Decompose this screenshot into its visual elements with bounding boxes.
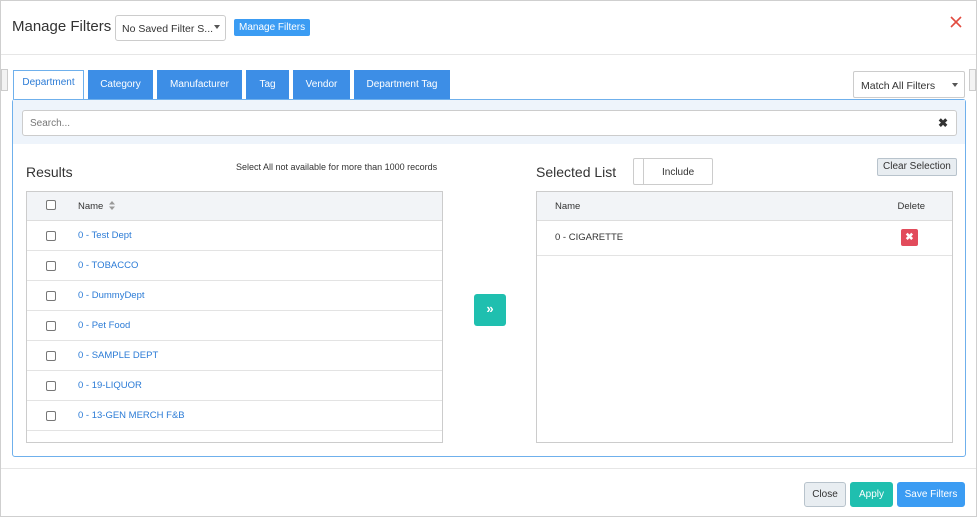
tab-category[interactable]: Category <box>88 70 153 100</box>
table-row[interactable]: 0 - SAMPLE DEPT <box>27 341 442 371</box>
caret-down-icon <box>214 25 220 29</box>
selected-row-name: 0 - CIGARETTE <box>555 232 624 243</box>
close-icon[interactable] <box>948 14 964 30</box>
table-row[interactable]: 0 - 13-GEN MERCH F&B <box>27 401 442 431</box>
row-checkbox[interactable] <box>46 261 56 271</box>
apply-button[interactable]: Apply <box>850 482 893 507</box>
include-toggle[interactable]: Include <box>633 158 713 185</box>
row-name-link[interactable]: 0 - SAMPLE DEPT <box>78 350 158 361</box>
results-header-row: Name <box>27 192 442 221</box>
modal-title: Manage Filters <box>12 18 112 35</box>
selected-delete-header: Delete <box>897 201 925 212</box>
scroll-left-handle[interactable] <box>1 69 8 91</box>
search-bar: Search... ✖ <box>13 100 965 144</box>
modal-header: Manage Filters No Saved Filter S... Mana… <box>1 1 976 55</box>
clear-search-icon[interactable]: ✖ <box>938 117 948 129</box>
table-row[interactable]: 0 - TOBACCO <box>27 251 442 281</box>
name-column-header[interactable]: Name <box>78 201 115 212</box>
row-name-link[interactable]: 0 - TOBACCO <box>78 260 138 271</box>
filter-panel: Search... ✖ Results Select All not avail… <box>12 99 966 457</box>
table-row[interactable]: 0 - Test Dept <box>27 221 442 251</box>
tab-department[interactable]: Department <box>13 70 84 100</box>
saved-filter-select[interactable]: No Saved Filter S... <box>115 15 226 41</box>
sort-icon <box>108 201 115 210</box>
footer-divider <box>1 468 976 469</box>
results-title: Results <box>26 164 73 180</box>
scroll-right-handle[interactable] <box>969 69 976 91</box>
include-label: Include <box>662 167 695 178</box>
selected-list-title: Selected List <box>536 164 617 180</box>
row-name-link[interactable]: 0 - 13-GEN MERCH F&B <box>78 410 185 421</box>
name-column-label: Name <box>78 201 104 212</box>
row-checkbox[interactable] <box>46 231 56 241</box>
selected-table: Name Delete 0 - CIGARETTE ✖ <box>536 191 953 443</box>
select-all-note: Select All not available for more than 1… <box>236 162 438 172</box>
tab-vendor[interactable]: Vendor <box>293 70 350 100</box>
table-row[interactable]: 0 - DummyDept <box>27 281 442 311</box>
match-filters-value: Match All Filters <box>861 80 936 92</box>
search-placeholder: Search... <box>30 118 71 129</box>
tab-department-tag[interactable]: Department Tag <box>354 70 450 100</box>
row-name-link[interactable]: 0 - 19-LIQUOR <box>78 380 142 391</box>
manage-filters-button[interactable]: Manage Filters <box>234 19 311 36</box>
save-filters-button[interactable]: Save Filters <box>897 482 965 507</box>
toggle-divider <box>643 159 644 184</box>
tab-tag[interactable]: Tag <box>246 70 289 100</box>
selected-header-row: Name Delete <box>537 192 952 221</box>
row-checkbox[interactable] <box>46 321 56 331</box>
table-row[interactable]: 0 - Pet Food <box>27 311 442 341</box>
saved-filter-value: No Saved Filter S... <box>122 23 214 35</box>
close-button[interactable]: Close <box>804 482 846 507</box>
row-checkbox[interactable] <box>46 411 56 421</box>
delete-icon[interactable]: ✖ <box>901 229 918 246</box>
add-selected-button[interactable]: » <box>474 294 506 326</box>
select-all-checkbox[interactable] <box>46 200 56 210</box>
row-name-link[interactable]: 0 - Pet Food <box>78 320 130 331</box>
row-checkbox[interactable] <box>46 291 56 301</box>
selected-row: 0 - CIGARETTE ✖ <box>537 221 952 256</box>
row-checkbox[interactable] <box>46 351 56 361</box>
row-name-link[interactable]: 0 - DummyDept <box>78 290 145 301</box>
tab-manufacturer[interactable]: Manufacturer <box>157 70 242 100</box>
match-filters-select[interactable]: Match All Filters <box>853 71 965 98</box>
double-chevron-right-icon: » <box>486 301 494 316</box>
search-input[interactable]: Search... ✖ <box>22 110 957 136</box>
table-row[interactable]: 0 - 19-LIQUOR <box>27 371 442 401</box>
manage-filters-modal: Manage Filters No Saved Filter S... Mana… <box>0 0 977 517</box>
row-name-link[interactable]: 0 - Test Dept <box>78 230 132 241</box>
caret-down-icon <box>952 83 958 87</box>
row-checkbox[interactable] <box>46 381 56 391</box>
clear-selection-button[interactable]: Clear Selection <box>877 158 957 176</box>
selected-name-header: Name <box>555 201 581 212</box>
results-table: Name 0 - Test Dept 0 - TOBACCO 0 - Dummy… <box>26 191 443 443</box>
